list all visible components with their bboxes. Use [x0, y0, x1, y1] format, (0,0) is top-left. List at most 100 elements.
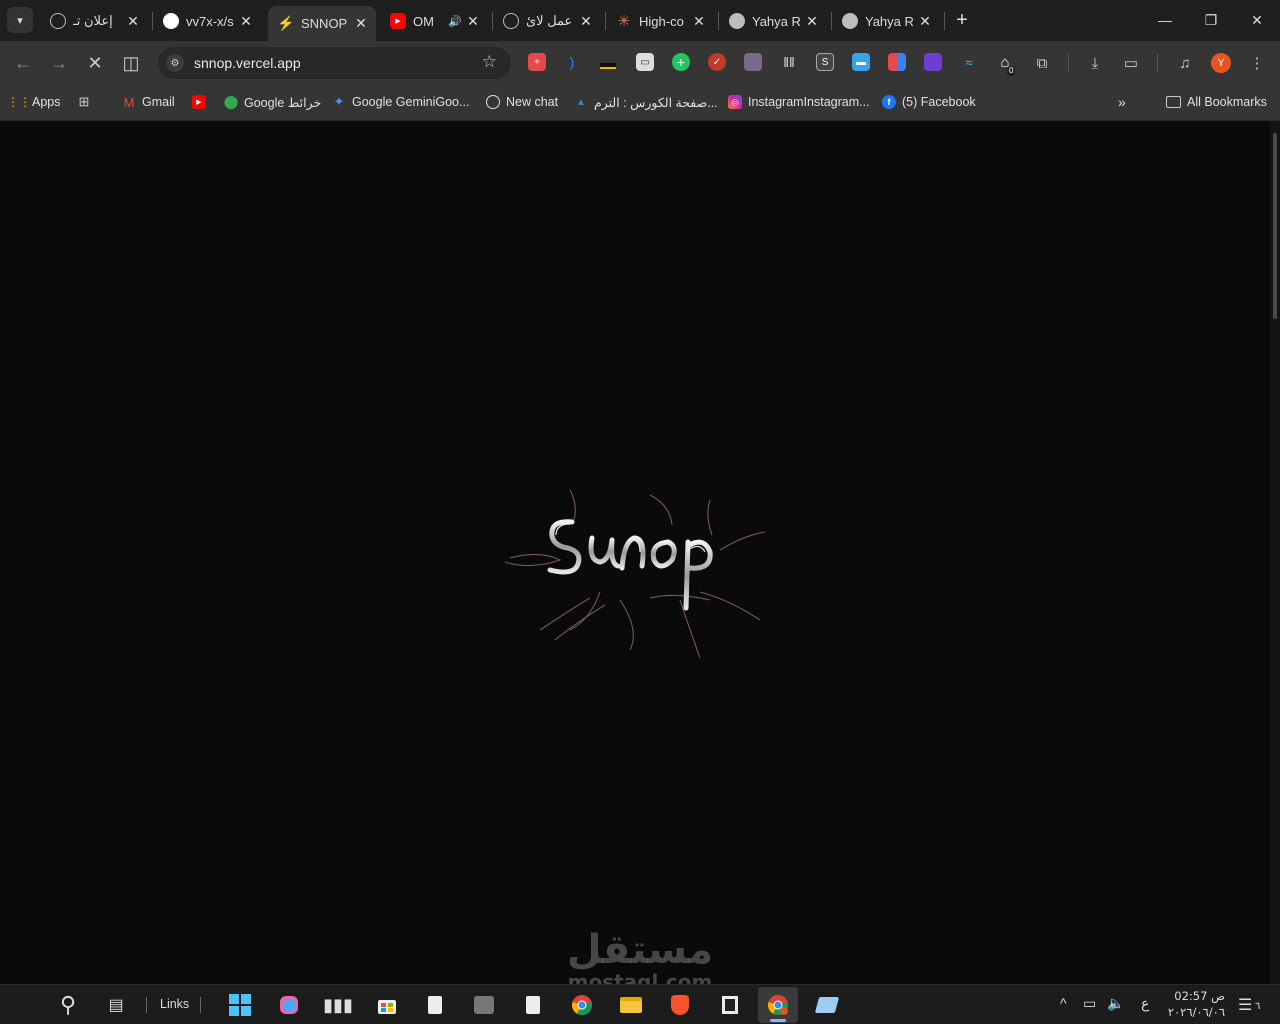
site-info-icon[interactable]: ⚙	[166, 54, 184, 72]
tab-search-button[interactable]: ▾	[7, 7, 33, 33]
close-icon[interactable]: ✕	[466, 13, 480, 30]
url-text[interactable]: snnop.vercel.app	[194, 55, 301, 71]
notification-center-icon[interactable]: ☰	[1238, 995, 1252, 1015]
close-icon[interactable]: ✕	[239, 13, 253, 30]
download-icon[interactable]: ⤓	[1084, 52, 1106, 74]
back-button[interactable]: ←	[10, 51, 36, 75]
extension-shoe-icon[interactable]	[599, 53, 617, 71]
windows-taskbar: ⚲ ▤ Links ▮▮▮ ^ ▭ 🔈 ع 02:57 ص ٢٠٢٦/٠٦/٠٦…	[0, 984, 1280, 1024]
bookmark-youtube[interactable]: ▶	[192, 92, 212, 112]
profile-avatar[interactable]: Y	[1211, 53, 1231, 73]
tab-title: High-co	[639, 13, 684, 29]
app-square-icon[interactable]	[716, 991, 744, 1019]
bookmark-facebook[interactable]: f (5) Facebook	[882, 92, 976, 112]
document-icon[interactable]	[519, 991, 547, 1019]
extension-wave-icon[interactable]: )	[563, 53, 581, 71]
bookmark-new-chat[interactable]: New chat	[486, 92, 558, 112]
extension-purple-icon[interactable]	[924, 53, 942, 71]
page-scrollbar[interactable]	[1270, 121, 1280, 984]
microsoft-store-icon[interactable]	[373, 991, 401, 1019]
task-view-icon[interactable]: ▤	[102, 991, 130, 1019]
globe-icon	[729, 13, 745, 29]
tab-6[interactable]: Yahya R ✕	[719, 7, 827, 35]
taskbar-divider	[146, 997, 147, 1013]
extension-window-icon[interactable]: ▬	[852, 53, 870, 71]
bookmark-course[interactable]: ▲ صفحة الكورس : الترم...	[574, 92, 718, 112]
chatgpt-icon	[503, 13, 519, 29]
forward-button[interactable]: →	[46, 51, 72, 75]
audio-bars-icon[interactable]: ▮▮▮	[323, 991, 353, 1019]
tab-5[interactable]: ✳ High-co ✕	[606, 7, 714, 35]
tab-0[interactable]: إعلان تـ ✕	[40, 7, 148, 35]
maps-icon: ⬤	[223, 94, 239, 109]
bookmark-label: صفحة الكورس : الترم...	[594, 95, 718, 110]
close-icon[interactable]: ✕	[579, 13, 593, 30]
extension-bars-icon[interactable]: ǁǁ	[780, 53, 798, 71]
scrollbar-thumb[interactable]	[1273, 133, 1277, 319]
extension-color-icon[interactable]	[888, 53, 906, 71]
close-icon[interactable]: ✕	[354, 15, 368, 32]
address-bar[interactable]: ⚙ snnop.vercel.app ☆	[158, 47, 511, 79]
tab-title: vv7x-x/s	[186, 13, 234, 29]
globe-icon	[842, 13, 858, 29]
media-control-icon[interactable]: ♫	[1174, 52, 1196, 74]
stop-loading-button[interactable]: ✕	[82, 51, 108, 75]
search-icon[interactable]: ⚲	[54, 991, 82, 1019]
close-icon[interactable]: ✕	[918, 13, 932, 30]
chrome-profile-icon[interactable]	[758, 987, 798, 1023]
speaker-icon[interactable]: 🔊	[448, 15, 462, 28]
youtube-icon: ▶	[192, 95, 206, 109]
tab-divider	[944, 12, 945, 30]
bookmark-tab-groups[interactable]: ⊞	[77, 92, 97, 112]
tab-1[interactable]: vv7x-x/s ✕	[153, 7, 261, 35]
windows-start-icon[interactable]	[226, 991, 254, 1019]
notepad-icon[interactable]	[813, 991, 841, 1019]
bookmark-maps[interactable]: ⬤ Google خرائط	[223, 92, 322, 112]
brave-icon[interactable]	[666, 991, 694, 1019]
network-icon[interactable]: ▭	[1083, 995, 1096, 1012]
bookmark-gemini[interactable]: ✦ Google GeminiGoo...	[332, 92, 470, 112]
extension-image-icon[interactable]	[744, 53, 762, 71]
new-tab-button[interactable]: +	[951, 9, 973, 31]
bookmark-apps[interactable]: ⋮⋮ Apps	[7, 92, 61, 112]
extensions-puzzle-icon[interactable]: ⧉	[1031, 52, 1053, 74]
tab-7[interactable]: Yahya R ✕	[832, 7, 940, 35]
notification-count: ٦	[1255, 1001, 1261, 1012]
all-bookmarks-button[interactable]: All Bookmarks	[1166, 92, 1267, 112]
input-language[interactable]: ع	[1141, 995, 1149, 1012]
bookmark-star-icon[interactable]: ☆	[482, 52, 497, 72]
extension-shield-icon[interactable]: ✓	[708, 53, 726, 71]
extension-s-icon[interactable]: S	[816, 53, 834, 71]
app-character-icon[interactable]	[470, 991, 498, 1019]
extension-zigzag-icon[interactable]: ≈	[960, 53, 978, 71]
volume-icon[interactable]: 🔈	[1107, 995, 1124, 1012]
close-icon[interactable]: ✕	[692, 13, 706, 30]
thorn-branches	[504, 489, 766, 659]
split-view-button[interactable]: ◫	[118, 51, 144, 75]
system-clock[interactable]: 02:57 ص ٢٠٢٦/٠٦/٠٦	[1165, 988, 1225, 1020]
file-explorer-icon[interactable]	[617, 991, 645, 1019]
tab-3[interactable]: ▶ OM 🔊 ✕	[380, 7, 488, 35]
bookmark-gmail[interactable]: M Gmail	[122, 92, 175, 112]
menu-kebab-icon[interactable]: ⋮	[1246, 52, 1268, 74]
links-toolbar-label[interactable]: Links	[160, 997, 189, 1011]
close-window-button[interactable]: ✕	[1234, 0, 1280, 40]
document-icon[interactable]	[421, 991, 449, 1019]
cast-icon[interactable]: ▭	[1120, 52, 1142, 74]
tab-4[interactable]: عمل لائ ✕	[493, 7, 601, 35]
minimize-button[interactable]: —	[1142, 0, 1188, 40]
toolbar-divider	[1157, 54, 1158, 72]
extension-printer-icon[interactable]: ▭	[636, 53, 654, 71]
restore-button[interactable]: ❐	[1188, 0, 1234, 40]
tab-2-active[interactable]: ⚡ SNNOP ✕	[268, 6, 376, 41]
close-icon[interactable]: ✕	[126, 13, 140, 30]
copilot-icon[interactable]	[275, 991, 303, 1019]
taskbar-divider	[200, 997, 201, 1013]
tray-overflow-chevron-icon[interactable]: ^	[1060, 995, 1067, 1011]
extension-plus-icon[interactable]: +	[672, 53, 690, 71]
chrome-icon[interactable]	[568, 991, 596, 1019]
extension-red-icon[interactable]: +	[528, 53, 546, 71]
close-icon[interactable]: ✕	[805, 13, 819, 30]
bookmark-instagram[interactable]: ◎ InstagramInstagram...	[728, 92, 870, 112]
bookmarks-overflow-button[interactable]: »	[1118, 92, 1126, 112]
